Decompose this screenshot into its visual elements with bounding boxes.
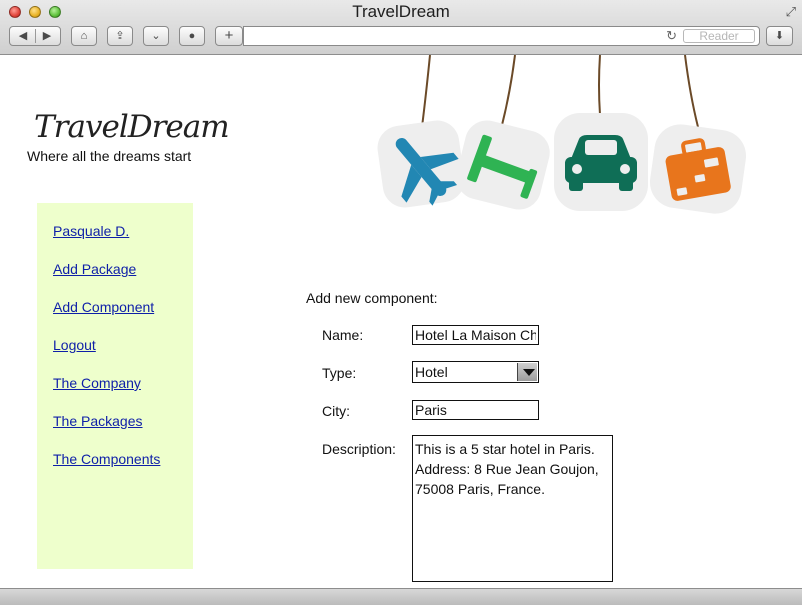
share-icon: ⇪ xyxy=(115,30,125,42)
description-textarea[interactable]: This is a 5 star hotel in Paris. Address… xyxy=(412,435,613,582)
tag-string xyxy=(598,55,601,116)
pocket-icon: ⌄ xyxy=(151,30,161,42)
window-title: TravelDream xyxy=(352,2,450,21)
reader-button[interactable]: Reader xyxy=(683,29,755,43)
site-logo: TravelDream xyxy=(34,109,230,145)
button-divider xyxy=(35,29,36,43)
back-button[interactable]: ◀ xyxy=(11,27,35,45)
sidebar-item-add-package[interactable]: Add Package xyxy=(53,261,136,277)
downloads-button[interactable]: ⬇ xyxy=(766,26,793,46)
travel-tags-banner xyxy=(377,55,747,214)
sidebar-item-logout[interactable]: Logout xyxy=(53,337,96,353)
tag-string xyxy=(499,55,516,134)
suitcase-icon xyxy=(649,124,747,214)
share-button[interactable]: ⇪ xyxy=(107,26,133,46)
fullscreen-icon[interactable]: ⤢ xyxy=(786,4,796,20)
ghostery-button[interactable]: ● xyxy=(179,26,205,46)
name-label: Name: xyxy=(322,327,364,343)
bed-icon xyxy=(456,120,550,210)
ghost-icon: ● xyxy=(188,30,196,42)
address-bar[interactable]: ↻ Reader xyxy=(243,26,760,46)
reload-icon[interactable]: ↻ xyxy=(666,28,677,44)
sidebar-item-add-component[interactable]: Add Component xyxy=(53,299,154,315)
chevron-down-icon[interactable] xyxy=(517,363,537,381)
name-input[interactable] xyxy=(412,325,539,345)
sidebar-nav: Pasquale D. Add Package Add Component Lo… xyxy=(37,203,193,569)
back-forward-buttons: ◀ ▶ xyxy=(9,26,61,46)
pocket-button[interactable]: ⌄ xyxy=(143,26,169,46)
forward-button[interactable]: ▶ xyxy=(35,27,59,45)
home-button[interactable]: ⌂ xyxy=(71,26,97,46)
home-icon: ⌂ xyxy=(80,30,88,42)
sidebar-item-profile[interactable]: Pasquale D. xyxy=(53,223,129,239)
tag-string xyxy=(421,55,431,128)
browser-window: TravelDream ⤢ ◀ ▶ ⌂ ⇪ ⌄ ● + ↻ Reader ⬇ T… xyxy=(0,0,802,605)
tag-string xyxy=(684,55,699,128)
status-bar xyxy=(0,588,802,605)
browser-toolbar: TravelDream ⤢ ◀ ▶ ⌂ ⇪ ⌄ ● + ↻ Reader ⬇ xyxy=(0,0,802,55)
form-title: Add new component: xyxy=(306,290,438,306)
city-input[interactable] xyxy=(412,400,539,420)
site-tagline: Where all the dreams start xyxy=(27,148,192,164)
sidebar-item-the-company[interactable]: The Company xyxy=(53,375,141,391)
type-select-value: Hotel xyxy=(415,364,448,380)
plus-icon: + xyxy=(224,27,234,44)
type-select[interactable]: Hotel xyxy=(412,361,539,383)
page-content: TravelDream Where all the dreams start P… xyxy=(0,55,802,588)
airplane-icon xyxy=(377,120,465,208)
description-label: Description: xyxy=(322,441,396,457)
sidebar-item-the-packages[interactable]: The Packages xyxy=(53,413,143,429)
sidebar-item-the-components[interactable]: The Components xyxy=(53,451,160,467)
new-tab-button[interactable]: + xyxy=(215,26,243,46)
type-label: Type: xyxy=(322,365,357,381)
city-label: City: xyxy=(322,403,350,419)
download-icon: ⬇ xyxy=(774,30,785,42)
car-icon xyxy=(554,113,648,211)
